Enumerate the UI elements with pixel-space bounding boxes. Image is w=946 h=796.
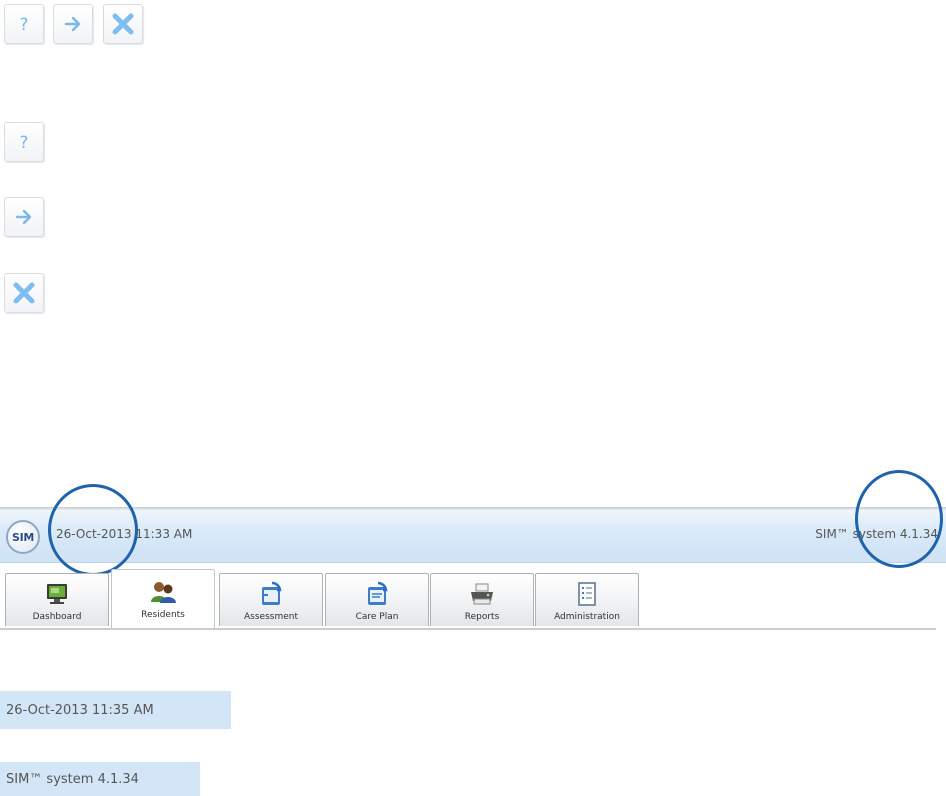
svg-text:?: ? bbox=[19, 15, 28, 35]
residents-people-icon bbox=[149, 579, 177, 605]
datetime-snippet-text: 26-Oct-2013 11:35 AM bbox=[6, 702, 154, 718]
tab-label: Administration bbox=[554, 612, 620, 622]
reports-printer-icon bbox=[468, 581, 496, 607]
close-x-icon bbox=[13, 282, 35, 304]
dashboard-monitor-icon bbox=[44, 581, 70, 607]
tab-care-plan[interactable]: Care Plan bbox=[325, 573, 429, 626]
help-button-large[interactable]: ? bbox=[4, 122, 44, 162]
close-x-icon bbox=[112, 13, 134, 35]
arrow-right-icon bbox=[15, 209, 32, 225]
tab-label: Residents bbox=[141, 610, 185, 620]
sim-logo-text: SIM bbox=[11, 530, 35, 544]
header-bar: SIM 26-Oct-2013 11:33 AM SIM™ system 4.1… bbox=[0, 510, 946, 563]
question-mark-icon: ? bbox=[19, 133, 28, 153]
tab-label: Care Plan bbox=[355, 612, 399, 622]
assessment-icon bbox=[258, 581, 284, 607]
tab-dashboard[interactable]: Dashboard bbox=[5, 573, 109, 626]
sim-logo: SIM bbox=[6, 520, 40, 554]
tab-residents[interactable]: Residents bbox=[111, 569, 215, 630]
version-highlight-circle bbox=[855, 470, 943, 568]
version-snippet: SIM™ system 4.1.34 bbox=[0, 762, 200, 796]
tab-label: Dashboard bbox=[32, 612, 82, 622]
svg-text:?: ? bbox=[19, 133, 28, 153]
help-button[interactable]: ? bbox=[4, 4, 44, 44]
close-button-large[interactable] bbox=[4, 273, 44, 313]
question-mark-icon: ? bbox=[19, 15, 28, 35]
care-plan-icon bbox=[364, 581, 390, 607]
tab-assessment[interactable]: Assessment bbox=[219, 573, 323, 626]
tab-label: Assessment bbox=[244, 612, 298, 622]
version-snippet-text: SIM™ system 4.1.34 bbox=[6, 771, 139, 787]
arrow-right-icon bbox=[64, 16, 81, 32]
tab-label: Reports bbox=[464, 612, 500, 622]
datetime-snippet: 26-Oct-2013 11:35 AM bbox=[0, 691, 231, 729]
tabs-baseline bbox=[0, 628, 936, 630]
tab-reports[interactable]: Reports bbox=[430, 573, 534, 626]
next-button[interactable] bbox=[53, 4, 93, 44]
close-button[interactable] bbox=[103, 4, 143, 44]
administration-checklist-icon bbox=[575, 581, 599, 607]
next-button-large[interactable] bbox=[4, 197, 44, 237]
tab-administration[interactable]: Administration bbox=[535, 573, 639, 626]
main-nav-tabs: Dashboard Residents Assessment Care Plan… bbox=[0, 568, 946, 630]
datetime-highlight-circle bbox=[48, 484, 138, 576]
